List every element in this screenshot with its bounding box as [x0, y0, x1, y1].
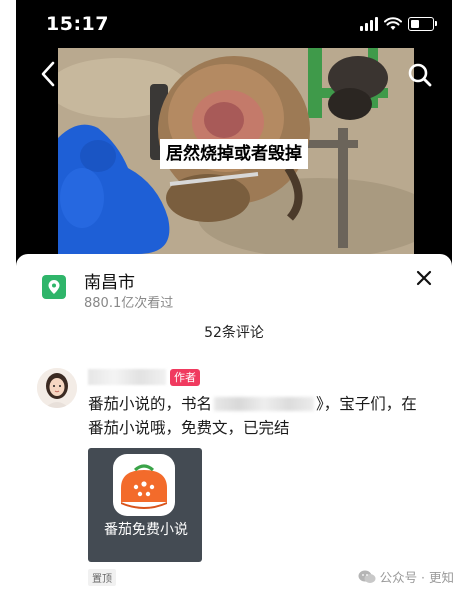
watermark-text: 公众号 · 更知	[379, 570, 454, 585]
watermark: 公众号 · 更知	[358, 567, 454, 586]
book-card-title: 番茄免费小说	[104, 522, 188, 538]
location-views: 880.1亿次看过	[84, 296, 174, 311]
book-card[interactable]: 番茄免费小说	[88, 448, 202, 562]
wechat-icon	[358, 570, 376, 583]
author-badge: 作者	[170, 369, 200, 386]
video-caption: 居然烧掉或者毁掉	[162, 141, 306, 167]
status-icons	[360, 16, 437, 32]
close-icon[interactable]	[414, 268, 434, 288]
wifi-icon	[384, 17, 402, 30]
pinned-label: 置顶	[88, 569, 116, 586]
comment-count: 52条评论	[204, 325, 264, 341]
signal-icon	[360, 17, 378, 31]
avatar[interactable]	[37, 368, 77, 408]
tomato-novel-logo-icon	[113, 454, 175, 516]
user-name-blurred[interactable]	[88, 369, 166, 385]
comment-text: 番茄小说的，书名 》，宝子们，在番茄小说哦，免费文，已完结	[88, 392, 418, 440]
battery-icon	[408, 17, 437, 31]
location-pin-icon	[42, 275, 66, 299]
search-icon[interactable]	[407, 62, 433, 88]
location-title[interactable]: 南昌市	[84, 268, 135, 293]
status-time: 15:17	[46, 13, 109, 35]
blurred-book-name	[214, 397, 315, 411]
status-bar: 15:17	[16, 0, 452, 48]
comment-text-before: 番茄小说的，书名	[88, 395, 213, 413]
back-arrow-icon[interactable]	[38, 60, 58, 88]
